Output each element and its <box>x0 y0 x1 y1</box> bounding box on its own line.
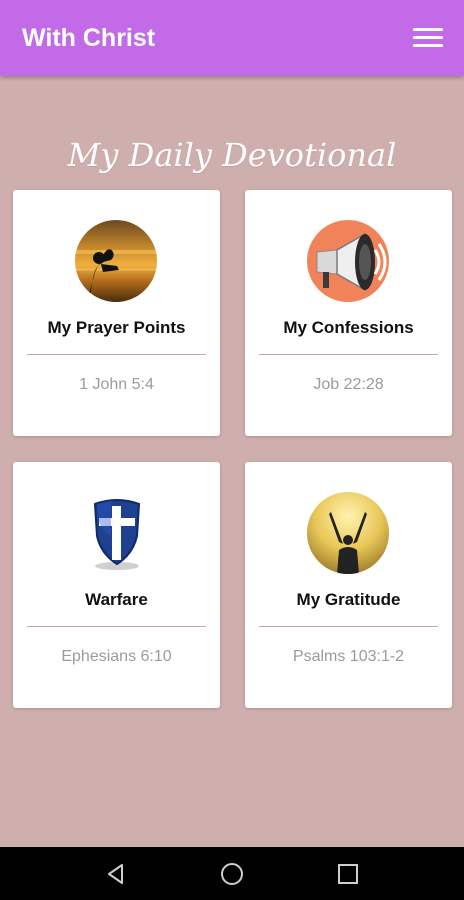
card-verse: Ephesians 6:10 <box>61 648 172 665</box>
card-divider <box>27 626 206 627</box>
card-warfare[interactable]: Warfare Ephesians 6:10 <box>13 462 220 708</box>
card-title: My Prayer Points <box>47 318 186 337</box>
navigation-bar <box>0 847 464 900</box>
home-circle-icon[interactable] <box>219 861 245 887</box>
section-title: My Daily Devotional <box>67 136 397 174</box>
card-divider <box>259 626 438 627</box>
megaphone-icon <box>307 220 389 302</box>
card-divider <box>27 354 206 355</box>
recents-square-icon[interactable] <box>337 863 359 885</box>
app-title: With Christ <box>22 24 156 52</box>
cross-shield-icon <box>75 492 157 574</box>
card-verse: Job 22:28 <box>313 376 384 393</box>
praying-person-icon <box>75 220 157 302</box>
raised-hands-icon <box>307 492 389 574</box>
card-gratitude[interactable]: My Gratitude Psalms 103:1-2 <box>245 462 452 708</box>
card-verse: Psalms 103:1-2 <box>292 648 405 665</box>
card-title: Warfare <box>85 590 148 609</box>
back-triangle-icon[interactable] <box>104 862 128 886</box>
card-prayer-points[interactable]: My Prayer Points 1 John 5:4 <box>13 190 220 436</box>
card-title: My Gratitude <box>296 590 401 609</box>
card-title: My Confessions <box>283 318 414 337</box>
card-confessions[interactable]: My Confessions Job 22:28 <box>245 190 452 436</box>
card-verse: 1 John 5:4 <box>79 376 154 393</box>
card-divider <box>259 354 438 355</box>
hamburger-menu-icon[interactable] <box>404 22 450 54</box>
app-bar: With Christ <box>0 0 464 76</box>
